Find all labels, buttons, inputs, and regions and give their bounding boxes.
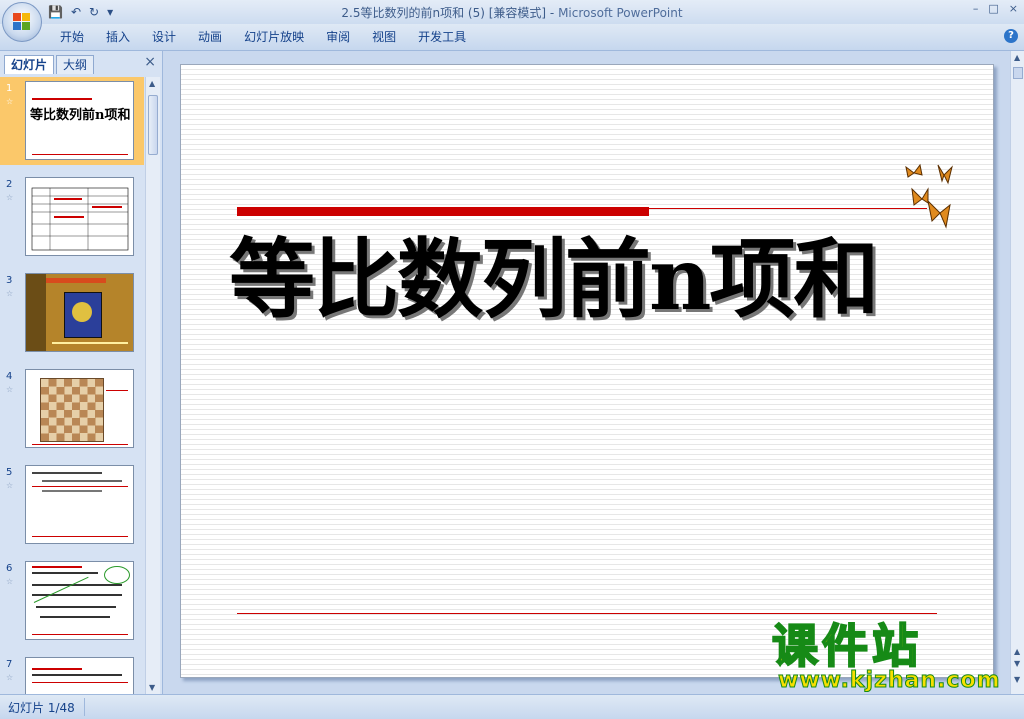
title-separator: - [546, 6, 559, 20]
tab-design[interactable]: 设计 [141, 29, 187, 45]
scrollbar-thumb[interactable] [1013, 67, 1023, 79]
thumbnail-image [25, 273, 134, 352]
close-button[interactable]: × [1009, 2, 1018, 15]
minimize-button[interactable]: – [973, 2, 979, 15]
slide-scrollbar[interactable]: ▲ ▲ ▼ ▼ [1010, 51, 1024, 694]
thumbnail-image: 等比数列前n项和 [25, 81, 134, 160]
thumbnail-slide-2[interactable]: 2 ☆ [0, 173, 144, 261]
animation-star-icon: ☆ [6, 577, 14, 586]
thumbnail-number: 7 [6, 659, 13, 670]
thumbnail-number: 6 [6, 563, 13, 574]
table-graphic [31, 187, 129, 251]
bottom-rule [237, 613, 937, 614]
thumbnail-slide-5[interactable]: 5 ☆ [0, 461, 144, 549]
tab-outline[interactable]: 大纲 [56, 55, 95, 74]
scrollbar-thumb[interactable] [148, 95, 158, 155]
panel-close-icon[interactable]: × [144, 54, 156, 70]
scroll-down-icon[interactable]: ▼ [1014, 675, 1020, 684]
thumbnail-number: 2 [6, 179, 13, 190]
thumbnail-slide-7[interactable]: 7 ☆ [0, 653, 144, 694]
scroll-down-icon[interactable]: ▼ [149, 683, 155, 692]
tab-review[interactable]: 审阅 [315, 29, 361, 45]
office-button[interactable] [2, 2, 42, 42]
tab-view[interactable]: 视图 [361, 29, 407, 45]
slide-workarea: 等比数列前n项和 ▲ ▲ ▼ ▼ [163, 51, 1024, 694]
help-icon[interactable]: ? [1004, 29, 1018, 43]
thumbnail-image [25, 561, 134, 640]
tab-home[interactable]: 开始 [60, 29, 95, 45]
tab-developer[interactable]: 开发工具 [407, 29, 477, 45]
thumbnail-list: 1 ☆ 等比数列前n项和 2 ☆ 3 ☆ 4 ☆ 5 ☆ 6 ☆ 7 ☆ [0, 77, 144, 694]
scroll-up-icon[interactable]: ▲ [1014, 53, 1020, 62]
thumbnail-title: 等比数列前n项和 [30, 108, 131, 123]
thumbnail-slide-1[interactable]: 1 ☆ 等比数列前n项和 [0, 77, 144, 165]
tab-slideshow[interactable]: 幻灯片放映 [233, 29, 315, 45]
thumbnail-number: 3 [6, 275, 13, 286]
animation-star-icon: ☆ [6, 673, 14, 682]
animation-star-icon: ☆ [6, 97, 14, 106]
thumbnail-number: 4 [6, 371, 13, 382]
slide-title[interactable]: 等比数列前n项和 [229, 225, 949, 335]
scroll-up-icon[interactable]: ▲ [149, 79, 155, 88]
next-slide-icon[interactable]: ▼ [1014, 659, 1020, 668]
thumbnail-image [25, 657, 134, 694]
thumbnail-slide-4[interactable]: 4 ☆ [0, 365, 144, 453]
app-name: Microsoft PowerPoint [558, 6, 683, 20]
animation-star-icon: ☆ [6, 385, 14, 394]
animation-star-icon: ☆ [6, 481, 14, 490]
thumbnail-image [25, 369, 134, 448]
thumbnail-image [25, 177, 134, 256]
thumbnail-scrollbar[interactable]: ▲ ▼ [145, 77, 160, 694]
slide-counter: 幻灯片 1/48 [8, 701, 75, 715]
animation-star-icon: ☆ [6, 193, 14, 202]
panel-tabs: 幻灯片 大纲 [2, 53, 160, 74]
maximize-button[interactable]: □ [988, 2, 998, 15]
thumbnail-number: 1 [6, 83, 13, 94]
tab-animations[interactable]: 动画 [187, 29, 233, 45]
document-title: 2.5等比数列的前n项和 (5) [兼容模式] [341, 6, 547, 20]
prev-slide-icon[interactable]: ▲ [1014, 647, 1020, 656]
thumbnail-image [25, 465, 134, 544]
thumbnail-slide-3[interactable]: 3 ☆ [0, 269, 144, 357]
thumbnail-slide-6[interactable]: 6 ☆ [0, 557, 144, 645]
slide-canvas[interactable]: 等比数列前n项和 [180, 64, 994, 678]
tab-insert[interactable]: 插入 [95, 29, 141, 45]
ribbon-tabs: 开始 插入 设计 动画 幻灯片放映 审阅 视图 开发工具 [60, 29, 477, 45]
watermark-url: www.kjzhan.com [778, 668, 1001, 694]
status-separator [84, 698, 85, 716]
tab-slides[interactable]: 幻灯片 [4, 55, 55, 74]
title-bar: 💾 ↶ ↻ ▾ 2.5等比数列的前n项和 (5) [兼容模式] - Micros… [0, 0, 1024, 24]
slides-panel: 幻灯片 大纲 × 1 ☆ 等比数列前n项和 2 ☆ 3 ☆ 4 ☆ 5 ☆ 6 … [0, 51, 163, 694]
window-title: 2.5等比数列的前n项和 (5) [兼容模式] - Microsoft Powe… [0, 4, 1024, 21]
decorative-red-bar [237, 207, 649, 216]
animation-star-icon: ☆ [6, 289, 14, 298]
office-logo-icon [13, 13, 31, 31]
watermark-logo: 课件站 www.kjzhan.com [771, 619, 1012, 695]
status-bar: 幻灯片 1/48 [0, 694, 1024, 719]
thumbnail-number: 5 [6, 467, 13, 478]
watermark-text: 课件站 [771, 619, 922, 673]
window-controls: – □ × [973, 2, 1018, 15]
ribbon-tab-bar: 开始 插入 设计 动画 幻灯片放映 审阅 视图 开发工具 ? [0, 24, 1024, 51]
